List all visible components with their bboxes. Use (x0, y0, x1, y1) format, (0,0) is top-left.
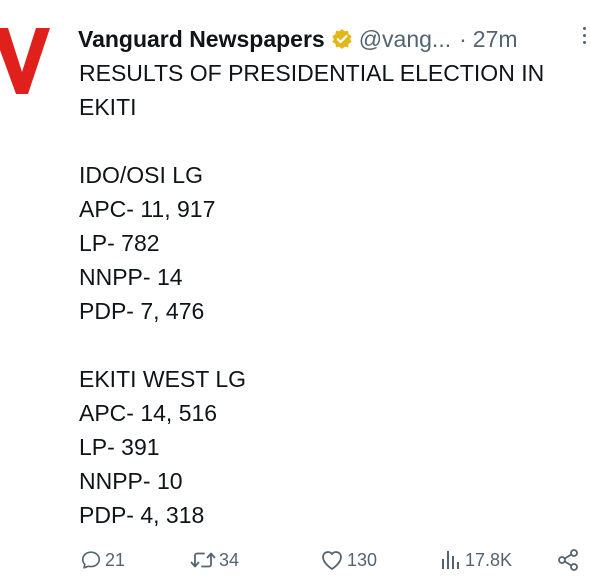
tweet-title-line-1: RESULTS OF PRESIDENTIAL ELECTION IN (79, 60, 545, 86)
more-options-icon[interactable] (580, 24, 588, 52)
tweet-title-line-2: EKITI (79, 94, 137, 120)
author-name[interactable]: Vanguard Newspapers (78, 26, 325, 53)
like-button[interactable]: 130 (320, 543, 377, 577)
reply-icon (81, 551, 101, 569)
heart-icon (322, 551, 342, 570)
vanguard-logo-v (0, 28, 50, 94)
tweet-action-bar: 21 34 130 17.8K (80, 543, 585, 577)
result-pdp-ekiti-west: PDP- 4, 318 (79, 502, 205, 528)
result-nnpp-ido-osi: NNPP- 14 (79, 264, 183, 290)
verified-badge-icon[interactable] (331, 28, 353, 50)
retweet-button[interactable]: 34 (190, 543, 239, 577)
result-lp-ekiti-west: LP- 391 (79, 434, 160, 460)
result-apc-ekiti-west: APC- 14, 516 (79, 400, 218, 426)
retweet-icon (190, 552, 216, 568)
tweet-text: RESULTS OF PRESIDENTIAL ELECTION IN EKIT… (79, 56, 579, 532)
separator-dot: · (459, 25, 467, 52)
share-button[interactable] (556, 543, 580, 577)
like-count: 130 (347, 549, 378, 570)
reply-button[interactable]: 21 (80, 543, 125, 577)
result-apc-ido-osi: APC- 11, 917 (79, 196, 216, 222)
result-pdp-ido-osi: PDP- 7, 476 (79, 298, 205, 324)
lg-name-ekiti-west: EKITI WEST LG (79, 366, 246, 392)
reply-count: 21 (105, 549, 126, 570)
lg-name-ido-osi: IDO/OSI LG (79, 162, 203, 188)
views-button[interactable]: 17.8K (440, 543, 512, 577)
author-handle[interactable]: @vang... (359, 26, 451, 53)
author-avatar[interactable] (0, 0, 62, 120)
tweet-header: Vanguard Newspapers @vang... · 27m (78, 22, 518, 56)
views-count: 17.8K (465, 549, 513, 570)
share-icon (558, 549, 578, 571)
result-nnpp-ekiti-west: NNPP- 10 (79, 468, 183, 494)
result-lp-ido-osi: LP- 782 (79, 230, 160, 256)
analytics-icon (442, 551, 459, 569)
tweet-timestamp[interactable]: 27m (473, 26, 518, 53)
retweet-count: 34 (219, 549, 240, 570)
